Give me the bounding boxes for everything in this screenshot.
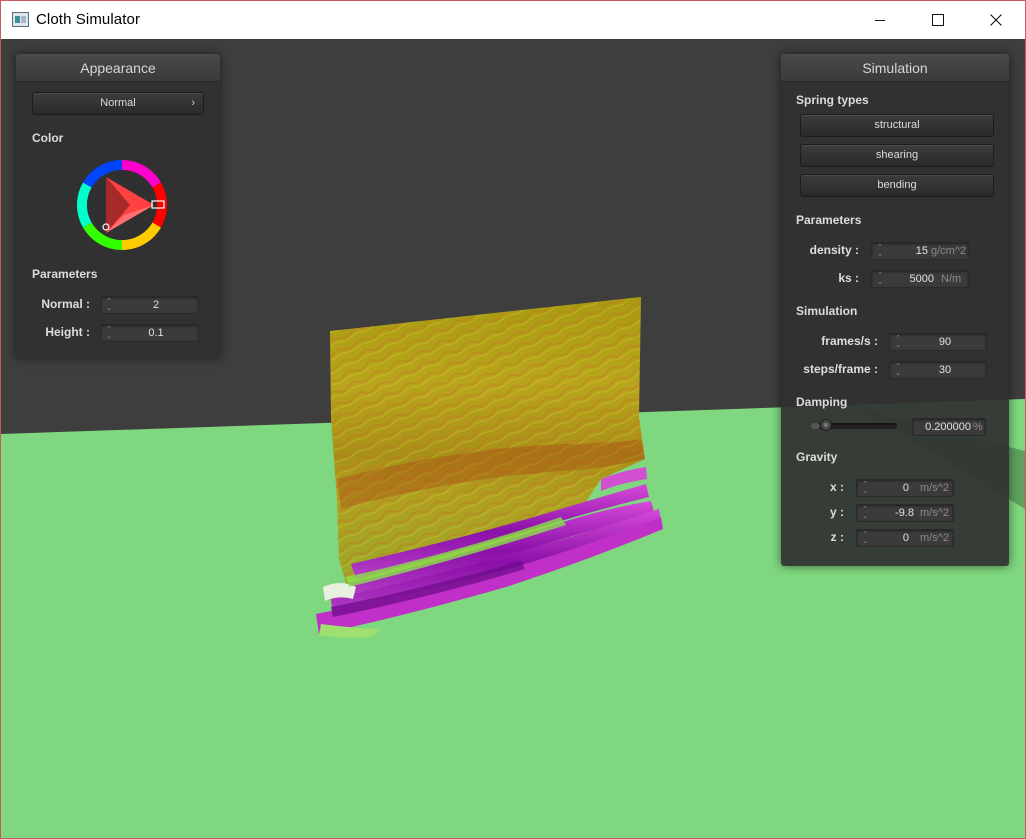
- gravity-z-label: z :: [830, 530, 844, 544]
- spinner-icon[interactable]: ⌃ ⌄: [894, 335, 902, 349]
- bending-button[interactable]: bending: [800, 174, 994, 197]
- appearance-parameters-label: Parameters: [32, 267, 98, 281]
- shader-dropdown-value: Normal: [100, 97, 136, 109]
- steps-per-frame-label: steps/frame :: [803, 362, 878, 376]
- damping-slider-knob[interactable]: [819, 419, 832, 431]
- gravity-z-field[interactable]: ⌃ ⌄ 0 m/s^2: [856, 529, 954, 547]
- damping-slider[interactable]: [811, 419, 897, 431]
- damping-slider-fill: [811, 423, 820, 429]
- appearance-panel: Appearance Normal › Color Parameters Nor…: [16, 54, 220, 358]
- spinner-icon[interactable]: ⌃ ⌄: [876, 272, 884, 286]
- frames-per-second-field[interactable]: ⌃ ⌄ 90: [889, 333, 987, 351]
- spinner-icon[interactable]: ⌃ ⌄: [894, 363, 902, 377]
- gravity-x-unit: m/s^2: [920, 482, 949, 494]
- title-bar[interactable]: Cloth Simulator: [1, 1, 1025, 39]
- spinner-icon[interactable]: ⌃ ⌄: [105, 326, 113, 340]
- ks-field-label: ks :: [838, 271, 859, 285]
- maximize-button[interactable]: [909, 1, 967, 39]
- ks-value: 5000: [909, 273, 934, 285]
- gravity-z-unit: m/s^2: [920, 532, 949, 544]
- gravity-y-unit: m/s^2: [920, 507, 949, 519]
- app-window: Cloth Simulator Appearance Normal › Colo…: [0, 0, 1026, 839]
- minimize-button[interactable]: [851, 1, 909, 39]
- density-field-label: density :: [809, 243, 859, 257]
- color-section-label: Color: [32, 131, 64, 145]
- chevron-right-icon: ›: [191, 97, 195, 109]
- normal-field[interactable]: ⌃ ⌄ 2: [100, 296, 199, 314]
- normal-field-value: 2: [152, 299, 160, 311]
- shader-dropdown[interactable]: Normal ›: [32, 92, 204, 115]
- close-button[interactable]: [967, 1, 1025, 39]
- app-window-icon: [12, 12, 29, 27]
- sim-parameters-label: Parameters: [796, 213, 862, 227]
- height-field-value: 0.1: [148, 327, 164, 339]
- gravity-y-label: y :: [829, 505, 844, 519]
- spring-types-label: Spring types: [796, 93, 869, 107]
- spinner-icon[interactable]: ⌃ ⌄: [861, 506, 869, 520]
- spinner-icon[interactable]: ⌃ ⌄: [105, 298, 113, 312]
- ks-field[interactable]: ⌃ ⌄ 5000 N/m: [871, 270, 969, 288]
- ks-unit: N/m: [941, 273, 962, 285]
- gravity-y-field[interactable]: ⌃ ⌄ -9.8 m/s^2: [856, 504, 954, 522]
- damping-value: 0.200000: [925, 421, 971, 433]
- structural-button[interactable]: structural: [800, 114, 994, 137]
- simulation-section-label: Simulation: [796, 304, 858, 318]
- gravity-x-label: x :: [829, 480, 844, 494]
- minimize-icon: [875, 20, 885, 21]
- frames-per-second-value: 90: [938, 336, 952, 348]
- maximize-icon: [932, 14, 944, 26]
- gravity-label: Gravity: [796, 450, 838, 464]
- close-icon: [990, 14, 1002, 26]
- density-unit: g/cm^2: [931, 245, 967, 257]
- frames-per-second-label: frames/s :: [821, 334, 878, 348]
- shearing-button[interactable]: shearing: [800, 144, 994, 167]
- appearance-panel-title[interactable]: Appearance: [16, 54, 220, 82]
- gravity-x-value: 0: [902, 482, 909, 494]
- damping-field[interactable]: 0.200000 %: [912, 418, 986, 436]
- 3d-viewport[interactable]: Appearance Normal › Color Parameters Nor…: [1, 39, 1025, 838]
- gravity-x-field[interactable]: ⌃ ⌄ 0 m/s^2: [856, 479, 954, 497]
- density-value: 15: [915, 245, 928, 257]
- damping-label: Damping: [796, 395, 848, 409]
- color-wheel[interactable]: [74, 157, 170, 253]
- spinner-icon[interactable]: ⌃ ⌄: [861, 481, 869, 495]
- gravity-y-value: -9.8: [895, 507, 914, 519]
- window-title: Cloth Simulator: [36, 11, 141, 28]
- spinner-icon[interactable]: ⌃ ⌄: [861, 531, 869, 545]
- gravity-z-value: 0: [902, 532, 909, 544]
- height-field-label: Height :: [45, 325, 90, 339]
- normal-field-label: Normal :: [41, 297, 90, 311]
- steps-per-frame-field[interactable]: ⌃ ⌄ 30: [889, 361, 987, 379]
- density-field[interactable]: ⌃ ⌄ 15 g/cm^2: [871, 242, 969, 260]
- simulation-panel: Simulation Spring types structural shear…: [781, 54, 1009, 566]
- damping-unit: %: [973, 421, 983, 433]
- height-field[interactable]: ⌃ ⌄ 0.1: [100, 324, 199, 342]
- steps-per-frame-value: 30: [938, 364, 952, 376]
- spinner-icon[interactable]: ⌃ ⌄: [876, 244, 884, 258]
- simulation-panel-title[interactable]: Simulation: [781, 54, 1009, 82]
